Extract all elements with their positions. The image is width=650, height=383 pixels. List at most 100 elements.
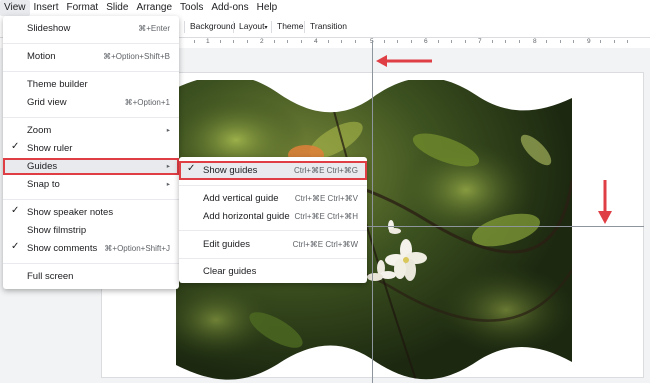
ruler-number: 9	[587, 38, 591, 45]
ruler-tick	[438, 40, 439, 43]
menu-divider	[3, 263, 179, 264]
ruler-tick	[546, 40, 547, 43]
layout-label: Layout	[239, 21, 265, 31]
menu-item-shortcut: Ctrl+⌘E Ctrl+⌘H	[294, 211, 358, 221]
submenu-arrow-icon: ▸	[166, 163, 170, 170]
menu-slide[interactable]: Slide	[102, 0, 132, 16]
ruler-number: 2	[260, 38, 264, 45]
ruler-number: 7	[478, 38, 482, 45]
ruler-tick	[560, 40, 561, 43]
menu-tools[interactable]: Tools	[176, 0, 207, 16]
ruler-tick	[573, 40, 574, 43]
menu-item-slideshow[interactable]: Slideshow ⌘+Enter	[3, 20, 179, 37]
vertical-guide[interactable]	[372, 40, 373, 383]
menu-item-label: Snap to	[27, 179, 60, 190]
menu-item-add-vertical-guide[interactable]: Add vertical guide Ctrl+⌘E Ctrl+⌘V	[179, 190, 367, 207]
ruler-number: 4	[314, 38, 318, 45]
theme-button[interactable]: Theme	[277, 21, 303, 31]
menu-item-label: Add horizontal guide	[203, 211, 290, 222]
transition-button[interactable]: Transition	[310, 21, 347, 31]
layout-button[interactable]: Layout▾	[239, 21, 268, 31]
ruler-tick	[341, 40, 342, 43]
foliage-patch	[436, 265, 572, 355]
check-icon: ✓	[11, 141, 20, 152]
check-icon: ✓	[187, 163, 196, 174]
menu-item-label: Motion	[27, 51, 56, 62]
menu-help[interactable]: Help	[253, 0, 282, 16]
menu-item-add-horizontal-guide[interactable]: Add horizontal guide Ctrl+⌘E Ctrl+⌘H	[179, 208, 367, 225]
menu-item-grid-view[interactable]: Grid view ⌘+Option+1	[3, 94, 179, 111]
ruler-tick	[614, 40, 615, 43]
menu-item-label: Guides	[27, 161, 58, 172]
menu-item-shortcut: Ctrl+⌘E Ctrl+⌘V	[294, 193, 358, 203]
ruler-tick	[411, 40, 412, 43]
menu-item-shortcut: ⌘+Option+Shift+J	[104, 243, 170, 253]
background-button[interactable]: Background	[190, 21, 235, 31]
menu-item-label: Clear guides	[203, 266, 257, 277]
ruler-tick	[274, 40, 275, 43]
menu-item-edit-guides[interactable]: Edit guides Ctrl+⌘E Ctrl+⌘W	[179, 236, 367, 253]
menu-divider	[3, 43, 179, 44]
menu-item-motion[interactable]: Motion ⌘+Option+Shift+B	[3, 48, 179, 65]
ruler-tick	[301, 40, 302, 43]
menu-item-shortcut: ⌘+Option+Shift+B	[103, 51, 170, 61]
menu-item-label: Theme builder	[27, 79, 88, 90]
menu-item-zoom[interactable]: Zoom ▸	[3, 122, 179, 139]
menu-item-label: Show speaker notes	[27, 207, 114, 218]
menu-item-show-guides[interactable]: ✓ Show guides Ctrl+⌘E Ctrl+⌘G	[179, 161, 367, 180]
menu-view[interactable]: View	[0, 0, 30, 16]
menu-item-show-speaker-notes[interactable]: ✓ Show speaker notes	[3, 204, 179, 221]
ruler-tick	[627, 40, 628, 43]
ruler-tick	[384, 40, 385, 43]
menu-item-label: Slideshow	[27, 23, 71, 34]
menu-divider	[179, 185, 367, 186]
menu-item-full-screen[interactable]: Full screen	[3, 268, 179, 285]
toolbar-divider	[233, 21, 234, 33]
menu-divider	[3, 71, 179, 72]
menu-item-show-ruler[interactable]: ✓ Show ruler	[3, 140, 179, 157]
ruler-tick	[600, 40, 601, 43]
toolbar-divider	[184, 21, 185, 33]
menu-item-label: Add vertical guide	[203, 193, 279, 204]
menu-item-label: Show ruler	[27, 143, 73, 154]
menu-arrange[interactable]: Arrange	[132, 0, 176, 16]
menu-add-ons[interactable]: Add-ons	[207, 0, 252, 16]
menu-item-shortcut: ⌘+Option+1	[124, 97, 170, 107]
menu-item-guides[interactable]: Guides ▸	[3, 158, 179, 175]
submenu-arrow-icon: ▸	[166, 127, 170, 134]
ruler-tick	[492, 40, 493, 43]
menu-divider	[3, 117, 179, 118]
caret-down-icon: ▾	[264, 25, 268, 31]
menu-divider	[179, 230, 367, 231]
ruler-tick	[451, 40, 452, 43]
ruler-tick	[397, 40, 398, 43]
menu-item-shortcut: ⌘+Enter	[138, 23, 170, 33]
menu-item-label: Full screen	[27, 271, 74, 282]
view-menu: Slideshow ⌘+Enter Motion ⌘+Option+Shift+…	[3, 16, 179, 289]
arrow-down-annotation	[598, 180, 612, 224]
arrow-left-annotation	[376, 55, 432, 67]
menu-item-shortcut: Ctrl+⌘E Ctrl+⌘G	[293, 165, 358, 175]
menu-item-label: Grid view	[27, 97, 67, 108]
ruler-number: 6	[424, 38, 428, 45]
ruler-tick	[194, 40, 195, 43]
ruler-tick	[355, 40, 356, 43]
menu-format[interactable]: Format	[63, 0, 103, 16]
ruler-tick	[233, 40, 234, 43]
menu-item-label: Zoom	[27, 125, 52, 136]
menu-item-theme-builder[interactable]: Theme builder	[3, 76, 179, 93]
check-icon: ✓	[11, 205, 20, 216]
menu-item-show-filmstrip[interactable]: Show filmstrip	[3, 222, 179, 239]
menu-item-snap-to[interactable]: Snap to ▸	[3, 176, 179, 193]
menu-item-show-comments[interactable]: ✓ Show comments ⌘+Option+Shift+J	[3, 240, 179, 257]
guides-submenu: ✓ Show guides Ctrl+⌘E Ctrl+⌘G Add vertic…	[179, 157, 367, 283]
menu-item-clear-guides[interactable]: Clear guides	[179, 263, 367, 280]
menu-insert[interactable]: Insert	[30, 0, 63, 16]
menu-item-label: Edit guides	[203, 239, 251, 250]
toolbar-divider	[271, 21, 272, 33]
ruler-tick	[465, 40, 466, 43]
ruler-tick	[328, 40, 329, 43]
menu-item-label: Show filmstrip	[27, 225, 87, 236]
ruler-tick	[287, 40, 288, 43]
ruler-number: 1	[206, 38, 210, 45]
